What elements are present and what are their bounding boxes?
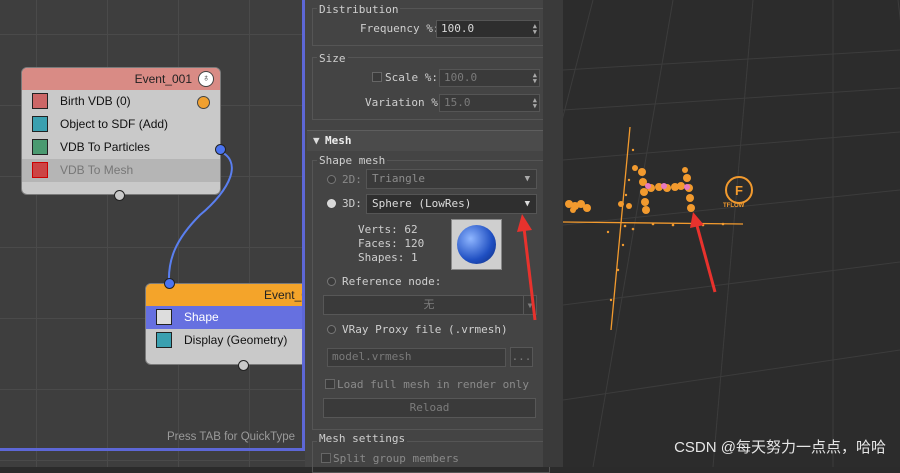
mesh-settings-title: Mesh settings	[317, 432, 408, 445]
spinner-icon[interactable]: ▲ ▼	[533, 72, 537, 85]
reference-node-picker[interactable]: 无	[323, 295, 535, 315]
spinner-icon[interactable]: ▲ ▼	[533, 23, 537, 36]
arrow-overlay	[517, 214, 537, 321]
operator-label: VDB To Particles	[60, 140, 150, 154]
vdb-to-particles-icon	[32, 139, 48, 155]
shape-2d-value: Triangle	[372, 172, 425, 185]
watermark: CSDN @每天努力一点点，哈哈	[674, 439, 886, 456]
operator-label: Display (Geometry)	[184, 333, 288, 347]
variation-value: 15.0	[444, 96, 471, 109]
vray-proxy-radio[interactable]	[327, 325, 336, 334]
display-icon	[156, 332, 172, 348]
operator-display[interactable]: Display (Geometry)	[146, 329, 305, 352]
event-001-title: Event_001	[134, 72, 192, 86]
event-001-input-port[interactable]	[114, 190, 125, 201]
vrmesh-file-field[interactable]: model.vrmesh	[327, 348, 506, 367]
reload-button[interactable]: Reload	[323, 398, 536, 418]
distribution-title: Distribution	[317, 3, 401, 16]
load-full-mesh-checkbox[interactable]	[325, 379, 335, 389]
operator-shape[interactable]: Shape	[146, 306, 305, 329]
editor-focus-border	[0, 448, 304, 451]
operator-vdb-to-particles[interactable]: VDB To Particles	[22, 136, 220, 159]
scale-label: Scale %:	[385, 71, 438, 84]
tyflow-logo-text: TFLOW	[723, 203, 745, 209]
shape-icon	[156, 309, 172, 325]
reference-node-label: Reference node:	[342, 275, 442, 288]
shape-3d-value: Sphere (LowRes)	[372, 197, 472, 210]
option-3d-label: 3D:	[342, 197, 362, 210]
size-title: Size	[317, 52, 348, 65]
event-002-output-port[interactable]	[238, 360, 249, 371]
event-002-title: Event_0	[263, 288, 305, 302]
svg-text:F: F	[735, 183, 743, 198]
tyflow-logo: F	[725, 176, 753, 204]
spinner-icon[interactable]: ▲ ▼	[533, 97, 537, 110]
option-2d-label: 2D:	[342, 173, 362, 186]
faces-count: Faces: 120	[358, 237, 425, 250]
scale-checkbox[interactable]	[372, 72, 382, 82]
birth-vdb-icon	[32, 93, 48, 109]
operator-label: Shape	[184, 310, 219, 324]
event-001-header[interactable]: Event_001	[22, 68, 220, 90]
operator-label: Object to SDF (Add)	[60, 117, 169, 131]
sphere-preview-icon	[457, 225, 496, 264]
shape-mesh-label: Shape mesh	[317, 154, 388, 167]
properties-scrollbar[interactable]	[543, 0, 563, 467]
mesh-rollout-title: Mesh	[325, 134, 352, 147]
option-2d-radio[interactable]	[327, 175, 336, 184]
verts-count: Verts: 62	[358, 223, 418, 236]
lightbulb-icon[interactable]: ♁	[198, 71, 214, 87]
object-to-sdf-icon	[32, 116, 48, 132]
annotation-arrows	[690, 212, 717, 293]
3d-viewport[interactable]: F TFLOW	[563, 0, 900, 467]
split-group-checkbox[interactable]	[321, 453, 331, 463]
shapes-count: Shapes: 1	[358, 251, 418, 264]
scale-field[interactable]: 100.0 ▲ ▼	[439, 69, 540, 87]
vrmesh-file-value: model.vrmesh	[332, 350, 412, 363]
option-3d-radio[interactable]	[327, 199, 336, 208]
browse-button[interactable]: ...	[510, 347, 533, 367]
vdb-to-mesh-icon	[32, 162, 48, 178]
frequency-label: Frequency %:	[360, 22, 440, 35]
event-001-output-port[interactable]	[215, 144, 226, 155]
vray-proxy-label: VRay Proxy file (.vrmesh)	[342, 323, 508, 336]
collapse-arrow-icon[interactable]: ▼	[313, 134, 320, 147]
mesh-preview	[451, 219, 502, 270]
event-001-node[interactable]: Event_001 ♁ Birth VDB (0) Object to SDF …	[21, 67, 226, 201]
frequency-field[interactable]: 100.0 ▲ ▼	[436, 20, 540, 38]
reference-node-radio[interactable]	[327, 277, 336, 286]
status-dot	[197, 96, 210, 109]
operator-label: VDB To Mesh	[60, 163, 134, 177]
particle-system: F	[565, 148, 753, 302]
particle-view-node-editor[interactable]: Event_001 ♁ Birth VDB (0) Object to SDF …	[0, 0, 305, 467]
split-group-label: Split group members	[333, 452, 459, 465]
quicktype-hint: Press TAB for QuickType	[167, 431, 296, 443]
variation-label: Variation %:	[365, 96, 445, 109]
chevron-down-icon: ▼	[524, 174, 530, 184]
event-002-input-port[interactable]	[164, 278, 175, 289]
operator-birth-vdb[interactable]: Birth VDB (0)	[22, 90, 220, 113]
shape-2d-dropdown[interactable]: Triangle ▼	[366, 169, 537, 189]
scale-value: 100.0	[444, 71, 478, 84]
operator-label: Birth VDB (0)	[60, 94, 131, 108]
frequency-value: 100.0	[441, 22, 475, 35]
reference-node-value: 无	[423, 298, 435, 311]
load-full-mesh-label: Load full mesh in render only	[337, 378, 530, 391]
variation-field[interactable]: 15.0 ▲ ▼	[439, 94, 540, 112]
event-002-node[interactable]: Event_0 Shape Display (Geometry)	[145, 278, 305, 371]
operator-object-to-sdf[interactable]: Object to SDF (Add)	[22, 113, 220, 136]
operator-vdb-to-mesh[interactable]: VDB To Mesh	[22, 159, 220, 182]
